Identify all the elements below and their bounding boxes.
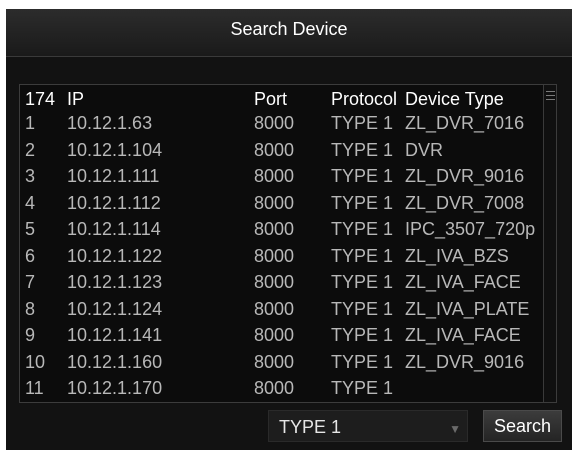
row-number: 1 (25, 113, 36, 133)
table-row[interactable]: 2 10.12.1.104 8000 TYPE 1 DVR (20, 138, 540, 162)
table-row[interactable]: 6 10.12.1.122 8000 TYPE 1 ZL_IVA_BZS (20, 244, 540, 268)
protocol-type-value: TYPE 1 (279, 417, 342, 437)
row-port: 8000 (254, 378, 295, 398)
row-ip: 10.12.1.160 (67, 351, 163, 372)
row-port: 8000 (254, 325, 295, 345)
row-number: 2 (25, 139, 36, 160)
table-row[interactable]: 8 10.12.1.124 8000 TYPE 1 ZL_IVA_PLATE (20, 297, 540, 321)
device-table: 174 IP Port Protocol Device Type 1 10.12.… (19, 84, 557, 403)
row-ip: 10.12.1.123 (67, 272, 163, 292)
row-port: 8000 (254, 113, 295, 133)
row-protocol: TYPE 1 (331, 245, 394, 266)
row-ip: 10.12.1.104 (67, 139, 163, 160)
row-protocol: TYPE 1 (331, 113, 394, 133)
row-port: 8000 (254, 351, 295, 372)
row-port: 8000 (254, 245, 295, 266)
row-number: 6 (25, 245, 36, 266)
row-device-type: ZL_IVA_FACE (405, 272, 521, 292)
row-ip: 10.12.1.111 (67, 166, 160, 186)
row-protocol: TYPE 1 (331, 298, 394, 319)
chevron-down-icon[interactable]: ▼ (449, 422, 461, 436)
table-row[interactable]: 10 10.12.1.160 8000 TYPE 1 ZL_DVR_9016 (20, 350, 540, 374)
row-port: 8000 (254, 272, 295, 292)
table-row[interactable]: 11 10.12.1.170 8000 TYPE 1 (20, 376, 540, 400)
table-row[interactable]: 3 10.12.1.111 8000 TYPE 1 ZL_DVR_9016 (20, 164, 540, 188)
row-ip: 10.12.1.141 (67, 325, 163, 345)
row-number: 7 (25, 272, 36, 292)
row-number: 10 (25, 351, 46, 372)
column-header-port[interactable]: Port (254, 87, 287, 111)
row-port: 8000 (254, 192, 295, 213)
row-port: 8000 (254, 166, 295, 186)
row-number: 8 (25, 298, 36, 319)
row-protocol: TYPE 1 (331, 166, 394, 186)
table-row[interactable]: 7 10.12.1.123 8000 TYPE 1 ZL_IVA_FACE (20, 270, 540, 294)
row-number: 3 (25, 166, 36, 186)
table-scrollbar[interactable] (543, 85, 556, 402)
row-device-type: ZL_IVA_BZS (405, 245, 509, 266)
column-header-count[interactable]: 174 (25, 87, 55, 111)
row-device-type: ZL_DVR_9016 (405, 166, 525, 186)
row-protocol: TYPE 1 (331, 378, 394, 398)
row-protocol: TYPE 1 (331, 351, 394, 372)
row-ip: 10.12.1.122 (67, 245, 163, 266)
column-header-protocol[interactable]: Protocol (331, 87, 397, 111)
row-device-type: ZL_IVA_PLATE (405, 298, 530, 319)
table-header: 174 IP Port Protocol Device Type (20, 87, 540, 111)
row-protocol: TYPE 1 (331, 272, 394, 292)
row-port: 8000 (254, 139, 295, 160)
row-ip: 10.12.1.114 (67, 219, 161, 239)
column-header-device-type[interactable]: Device Type (405, 87, 504, 111)
row-protocol: TYPE 1 (331, 192, 394, 213)
row-number: 11 (25, 378, 44, 398)
table-row[interactable]: 1 10.12.1.63 8000 TYPE 1 ZL_DVR_7016 (20, 111, 540, 135)
table-row[interactable]: 4 10.12.1.112 8000 TYPE 1 ZL_DVR_7008 (20, 191, 540, 215)
search-button[interactable]: Search (483, 410, 562, 442)
row-number: 4 (25, 192, 36, 213)
search-device-dialog: Search Device 174 IP Port Protocol Devic… (6, 9, 572, 450)
row-device-type: ZL_DVR_7008 (405, 192, 525, 213)
row-port: 8000 (254, 219, 295, 239)
row-protocol: TYPE 1 (331, 325, 394, 345)
row-device-type: ZL_DVR_7016 (405, 113, 525, 133)
row-ip: 10.12.1.170 (67, 378, 163, 398)
row-protocol: TYPE 1 (331, 139, 394, 160)
row-device-type: DVR (405, 139, 444, 160)
dialog-title: Search Device (230, 19, 348, 39)
row-port: 8000 (254, 298, 295, 319)
row-number: 5 (25, 219, 36, 239)
row-number: 9 (25, 325, 36, 345)
row-ip: 10.12.1.124 (67, 298, 163, 319)
column-header-ip[interactable]: IP (67, 87, 84, 111)
row-device-type: ZL_IVA_FACE (405, 325, 521, 345)
row-device-type: IPC_3507_720p (405, 219, 536, 239)
table-row[interactable]: 9 10.12.1.141 8000 TYPE 1 ZL_IVA_FACE (20, 323, 540, 347)
table-row[interactable]: 5 10.12.1.114 8000 TYPE 1 IPC_3507_720p (20, 217, 540, 241)
row-ip: 10.12.1.63 (67, 113, 153, 133)
row-ip: 10.12.1.112 (67, 192, 161, 213)
row-protocol: TYPE 1 (331, 219, 394, 239)
protocol-type-select[interactable]: TYPE 1 ▼ (268, 410, 468, 442)
row-device-type: ZL_DVR_9016 (405, 351, 525, 372)
scroll-grip-icon[interactable] (546, 91, 555, 102)
dialog-titlebar: Search Device (6, 9, 572, 57)
